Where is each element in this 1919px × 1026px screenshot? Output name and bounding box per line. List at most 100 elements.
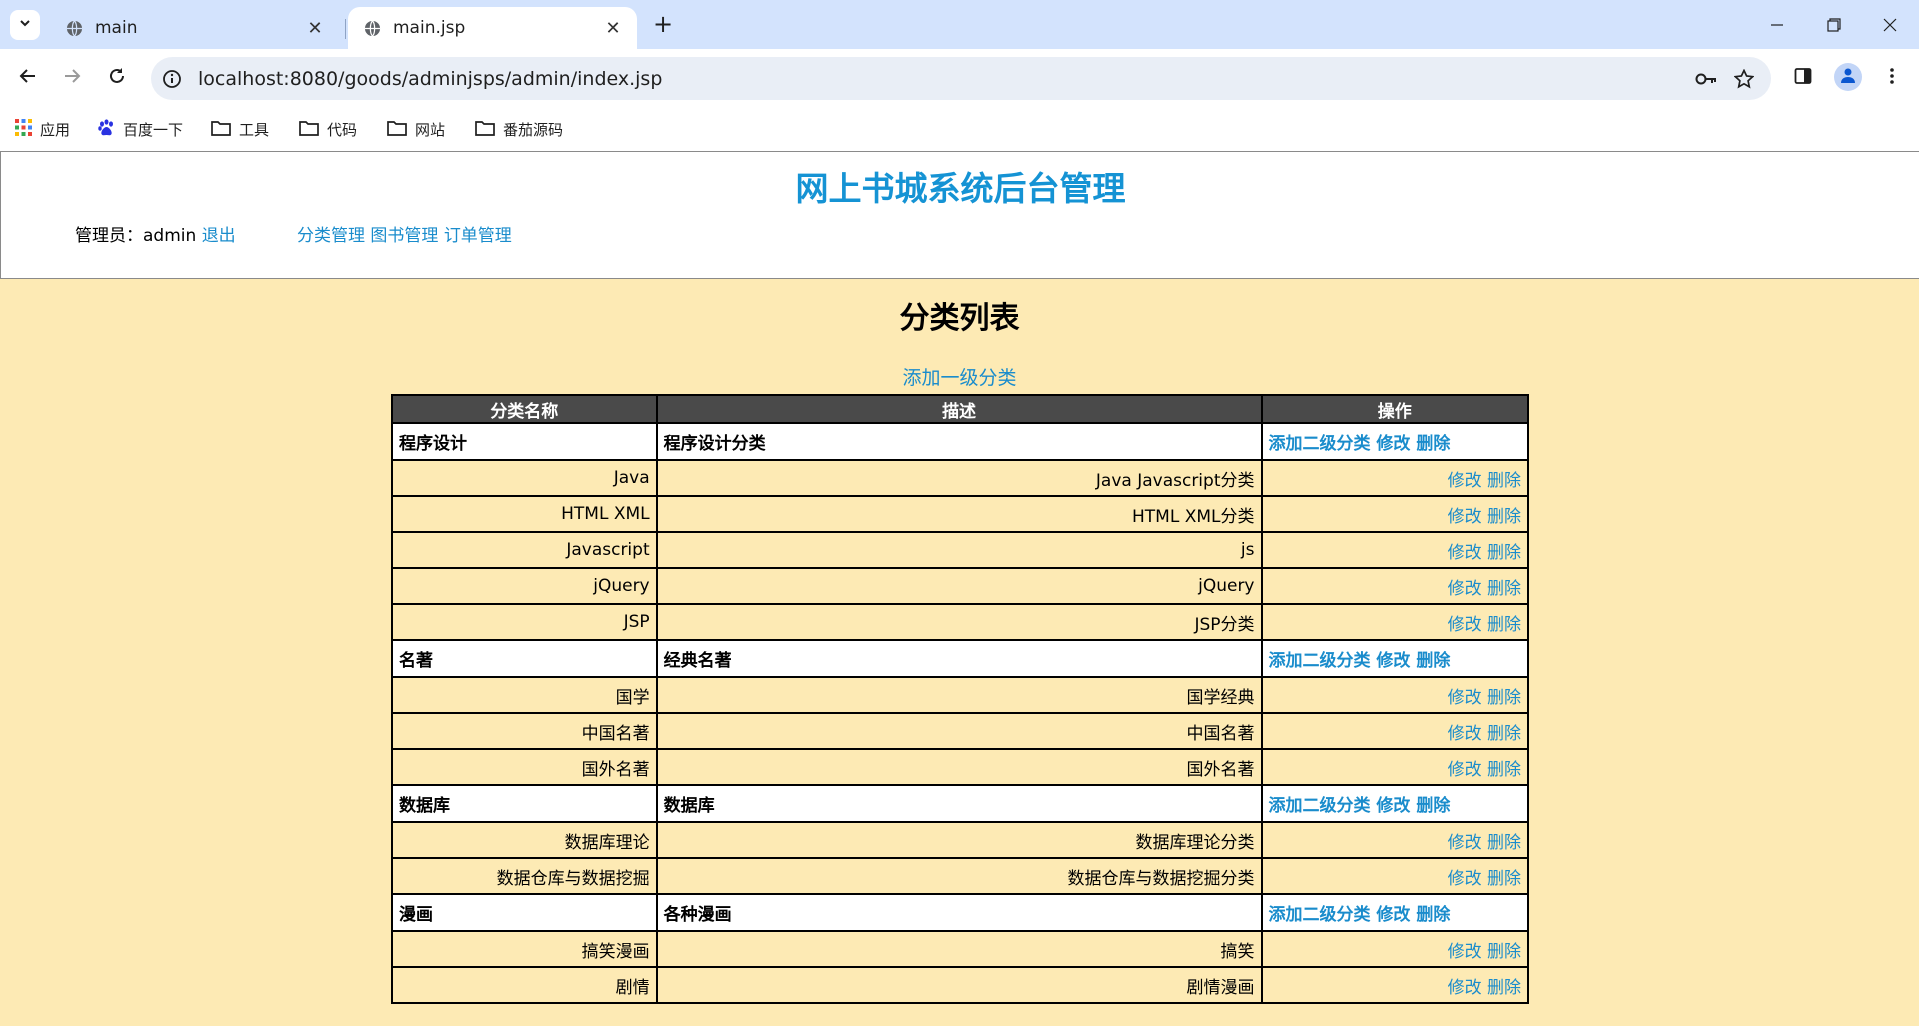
subcategory-description: 国外名著 [655, 748, 1263, 786]
subcategory-row: JSP JSP分类 修改 删除 [391, 603, 1529, 641]
bookmark-folder-tomato[interactable]: 番茄源码 [475, 108, 563, 151]
admin-label: 管理员：admin [75, 226, 197, 246]
bookmark-folder-code[interactable]: 代码 [299, 108, 357, 151]
tab-search-button[interactable] [10, 10, 40, 40]
side-panel-icon [1794, 67, 1812, 90]
subcategory-operations: 修改 删除 [1260, 603, 1529, 641]
delete-link[interactable]: 删除 [1487, 978, 1521, 998]
minimize-button[interactable] [1749, 0, 1805, 49]
nav-book-management[interactable]: 图书管理 [370, 226, 438, 246]
arrow-left-icon [19, 67, 37, 90]
delete-link[interactable]: 删除 [1487, 760, 1521, 780]
add-subcategory-link[interactable]: 添加二级分类 [1269, 796, 1371, 816]
url-text[interactable]: localhost:8080/goods/adminjsps/admin/ind… [198, 68, 1687, 90]
bookmark-label: 番茄源码 [503, 121, 564, 139]
edit-link[interactable]: 修改 [1448, 978, 1482, 998]
delete-link[interactable]: 删除 [1487, 615, 1521, 635]
category-operations: 添加二级分类 修改 删除 [1260, 639, 1529, 678]
column-header-description: 描述 [655, 394, 1263, 424]
delete-link[interactable]: 删除 [1416, 905, 1450, 925]
bookmarks-bar: 应用 百度一下 工具 代码 网站 番茄源码 [0, 108, 1919, 151]
profile-avatar[interactable] [1834, 63, 1862, 91]
nav-order-management[interactable]: 订单管理 [444, 226, 512, 246]
delete-link[interactable]: 删除 [1487, 688, 1521, 708]
delete-link[interactable]: 删除 [1416, 651, 1450, 671]
tab-main-jsp[interactable]: main.jsp ✕ [348, 7, 637, 49]
close-tab-icon[interactable]: ✕ [603, 18, 623, 39]
edit-link[interactable]: 修改 [1376, 651, 1410, 671]
browser-menu-button[interactable] [1877, 63, 1907, 93]
add-top-level-category-link[interactable]: 添加一级分类 [0, 363, 1919, 390]
subcategory-operations: 修改 删除 [1260, 567, 1529, 605]
category-row: 漫画 各种漫画 添加二级分类 修改 删除 [391, 893, 1529, 932]
logout-link[interactable]: 退出 [202, 226, 236, 246]
edit-link[interactable]: 修改 [1448, 579, 1482, 599]
add-subcategory-link[interactable]: 添加二级分类 [1269, 651, 1371, 671]
key-icon[interactable] [1687, 60, 1725, 98]
subcategory-name: jQuery [391, 567, 658, 605]
edit-link[interactable]: 修改 [1448, 942, 1482, 962]
delete-link[interactable]: 删除 [1487, 942, 1521, 962]
delete-link[interactable]: 删除 [1416, 434, 1450, 454]
edit-link[interactable]: 修改 [1448, 615, 1482, 635]
side-panel-button[interactable] [1788, 63, 1818, 93]
subcategory-operations: 修改 删除 [1260, 857, 1529, 895]
close-window-button[interactable] [1862, 0, 1918, 49]
edit-link[interactable]: 修改 [1448, 724, 1482, 744]
delete-link[interactable]: 删除 [1487, 724, 1521, 744]
bookmark-apps[interactable]: 应用 [15, 108, 70, 151]
subcategory-row: Javascript js 修改 删除 [391, 531, 1529, 569]
category-row: 名著 经典名著 添加二级分类 修改 删除 [391, 639, 1529, 678]
category-name: 数据库 [391, 784, 658, 823]
tab-label: main.jsp [393, 18, 466, 38]
delete-link[interactable]: 删除 [1487, 833, 1521, 853]
bookmark-folder-tools[interactable]: 工具 [211, 108, 269, 151]
edit-link[interactable]: 修改 [1448, 869, 1482, 889]
edit-link[interactable]: 修改 [1448, 471, 1482, 491]
delete-link[interactable]: 删除 [1487, 507, 1521, 527]
edit-link[interactable]: 修改 [1448, 507, 1482, 527]
add-subcategory-link[interactable]: 添加二级分类 [1269, 434, 1371, 454]
category-name: 名著 [391, 639, 658, 678]
subcategory-description: HTML XML分类 [655, 495, 1263, 533]
subcategory-description: 剧情漫画 [655, 966, 1263, 1004]
edit-link[interactable]: 修改 [1448, 760, 1482, 780]
subcategory-name: 剧情 [391, 966, 658, 1004]
edit-link[interactable]: 修改 [1376, 905, 1410, 925]
delete-link[interactable]: 删除 [1416, 796, 1450, 816]
subcategory-name: 数据仓库与数据挖掘 [391, 857, 658, 895]
delete-link[interactable]: 删除 [1487, 471, 1521, 491]
edit-link[interactable]: 修改 [1448, 688, 1482, 708]
edit-link[interactable]: 修改 [1376, 434, 1410, 454]
tab-separator [345, 19, 346, 39]
column-header-operations: 操作 [1260, 394, 1529, 424]
subcategory-name: HTML XML [391, 495, 658, 533]
bookmark-baidu[interactable]: 百度一下 [98, 108, 183, 151]
back-button[interactable] [13, 63, 43, 93]
site-info-icon[interactable] [162, 69, 182, 89]
admin-header: 网上书城系统后台管理 管理员：admin 退出 分类管理 图书管理 订单管理 [0, 151, 1919, 279]
address-bar[interactable]: localhost:8080/goods/adminjsps/admin/ind… [151, 57, 1771, 100]
reload-button[interactable] [102, 63, 132, 93]
edit-link[interactable]: 修改 [1448, 833, 1482, 853]
page-title: 分类列表 [899, 301, 1020, 336]
subcategory-name: 国学 [391, 676, 658, 714]
edit-link[interactable]: 修改 [1376, 796, 1410, 816]
bookmark-folder-sites[interactable]: 网站 [387, 108, 445, 151]
category-row: 数据库 数据库 添加二级分类 修改 删除 [391, 784, 1529, 823]
new-tab-button[interactable]: + [648, 10, 678, 40]
edit-link[interactable]: 修改 [1448, 543, 1482, 563]
delete-link[interactable]: 删除 [1487, 543, 1521, 563]
star-icon[interactable] [1725, 60, 1763, 98]
category-name: 漫画 [391, 893, 658, 932]
add-subcategory-link[interactable]: 添加二级分类 [1269, 905, 1371, 925]
chevron-down-icon [18, 16, 32, 34]
nav-category-management[interactable]: 分类管理 [297, 226, 365, 246]
tab-main[interactable]: main ✕ [50, 7, 339, 49]
delete-link[interactable]: 删除 [1487, 869, 1521, 889]
forward-button[interactable] [57, 63, 87, 93]
delete-link[interactable]: 删除 [1487, 579, 1521, 599]
close-tab-icon[interactable]: ✕ [305, 18, 325, 39]
restore-button[interactable] [1806, 0, 1862, 49]
subcategory-description: JSP分类 [655, 603, 1263, 641]
